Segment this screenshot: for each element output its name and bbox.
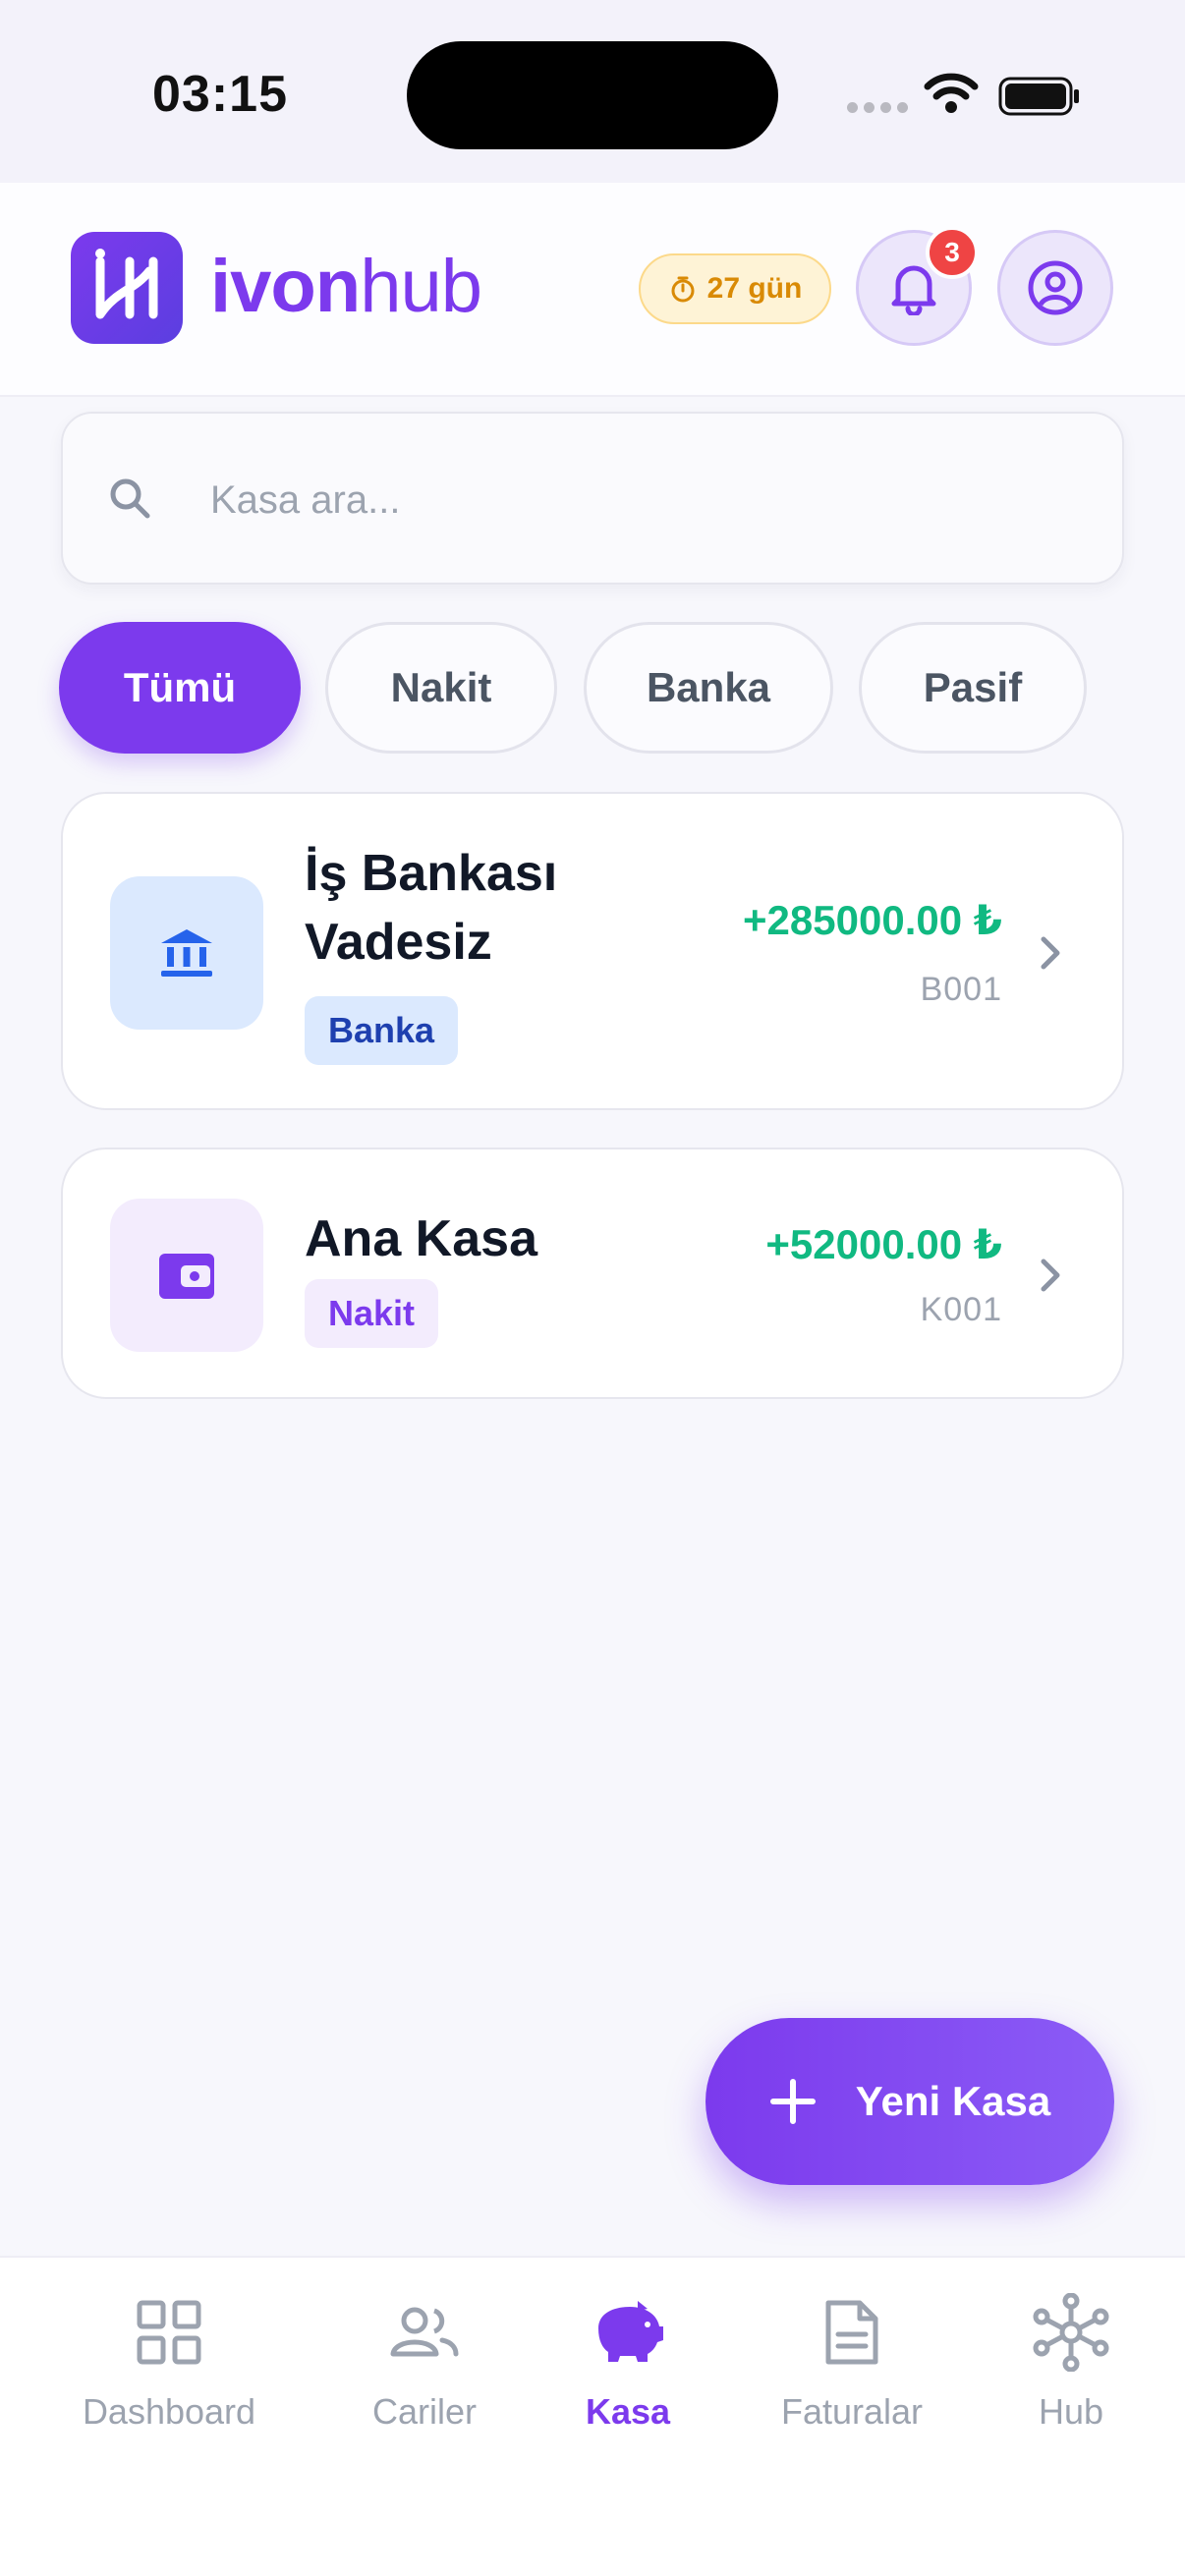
logo-icon <box>71 232 183 344</box>
chevron-right-icon <box>1041 1259 1060 1292</box>
app-header: ivonhub 27 gün 3 <box>0 183 1185 397</box>
account-name: Ana Kasa <box>305 1210 537 1267</box>
nav-label: Cariler <box>371 2391 477 2432</box>
search-box <box>61 412 1124 585</box>
nav-item-dashboard[interactable]: Dashboard <box>71 2293 267 2433</box>
new-cashbox-label: Yeni Kasa <box>855 2078 1051 2124</box>
search-icon <box>110 478 150 519</box>
account-type-badge: Banka <box>305 996 459 1065</box>
search-input[interactable] <box>210 463 1075 537</box>
account-icon-container <box>110 876 263 1030</box>
account-type-badge: Nakit <box>305 1279 439 1348</box>
piggy-bank-icon <box>598 2301 663 2362</box>
filter-chip-passive[interactable]: Pasif <box>859 622 1087 754</box>
notification-count-badge: 3 <box>926 226 979 279</box>
document-icon <box>825 2300 878 2365</box>
account-icon-container <box>110 1199 263 1352</box>
nav-item-faturalar[interactable]: Faturalar <box>761 2293 943 2433</box>
nav-item-kasa[interactable]: Kasa <box>568 2293 688 2433</box>
trial-days-badge[interactable]: 27 gün <box>639 253 831 324</box>
account-balance: +52000.00 ₺ <box>765 1221 1002 1267</box>
wallet-icon <box>159 1254 214 1299</box>
filter-chip-bank[interactable]: Banka <box>584 622 833 754</box>
trial-days-label: 27 gün <box>706 272 803 305</box>
account-name: İş Bankası Vadesiz <box>305 845 558 971</box>
battery-icon <box>998 77 1079 116</box>
nav-label: Dashboard <box>82 2391 256 2432</box>
nav-item-cariler[interactable]: Cariler <box>346 2293 503 2433</box>
nav-label: Kasa <box>585 2391 671 2432</box>
dynamic-island <box>407 41 778 149</box>
bank-icon <box>161 929 212 977</box>
user-circle-icon <box>1028 260 1083 315</box>
filter-chip-all[interactable]: Tümü <box>59 622 301 754</box>
account-code: B001 <box>920 971 1002 1008</box>
filter-chip-cash[interactable]: Nakit <box>325 622 557 754</box>
users-icon <box>390 2307 459 2357</box>
logo-text: ivonhub <box>210 245 482 328</box>
profile-button[interactable] <box>997 230 1113 346</box>
account-balance: +285000.00 ₺ <box>743 897 1002 943</box>
nav-label: Hub <box>1038 2391 1104 2432</box>
nav-label: Faturalar <box>780 2391 924 2432</box>
account-card[interactable]: İş Bankası Vadesiz Banka +285000.00 ₺ B0… <box>61 792 1124 1110</box>
grid-icon <box>137 2300 201 2365</box>
bottom-nav: Dashboard Cariler Kasa Faturalar Hub <box>0 2256 1185 2576</box>
timer-icon <box>671 276 695 303</box>
plus-icon <box>769 2079 816 2124</box>
nav-item-hub[interactable]: Hub <box>1012 2293 1130 2433</box>
status-time: 03:15 <box>152 66 288 123</box>
wifi-icon <box>924 73 979 113</box>
new-cashbox-button[interactable]: Yeni Kasa <box>705 2018 1114 2185</box>
chevron-right-icon <box>1041 936 1060 970</box>
account-code: K001 <box>920 1291 1002 1328</box>
network-icon <box>1033 2293 1109 2372</box>
signal-icon <box>847 102 908 113</box>
account-card[interactable]: Ana Kasa Nakit +52000.00 ₺ K001 <box>61 1148 1124 1399</box>
status-bar: 03:15 <box>0 0 1185 183</box>
